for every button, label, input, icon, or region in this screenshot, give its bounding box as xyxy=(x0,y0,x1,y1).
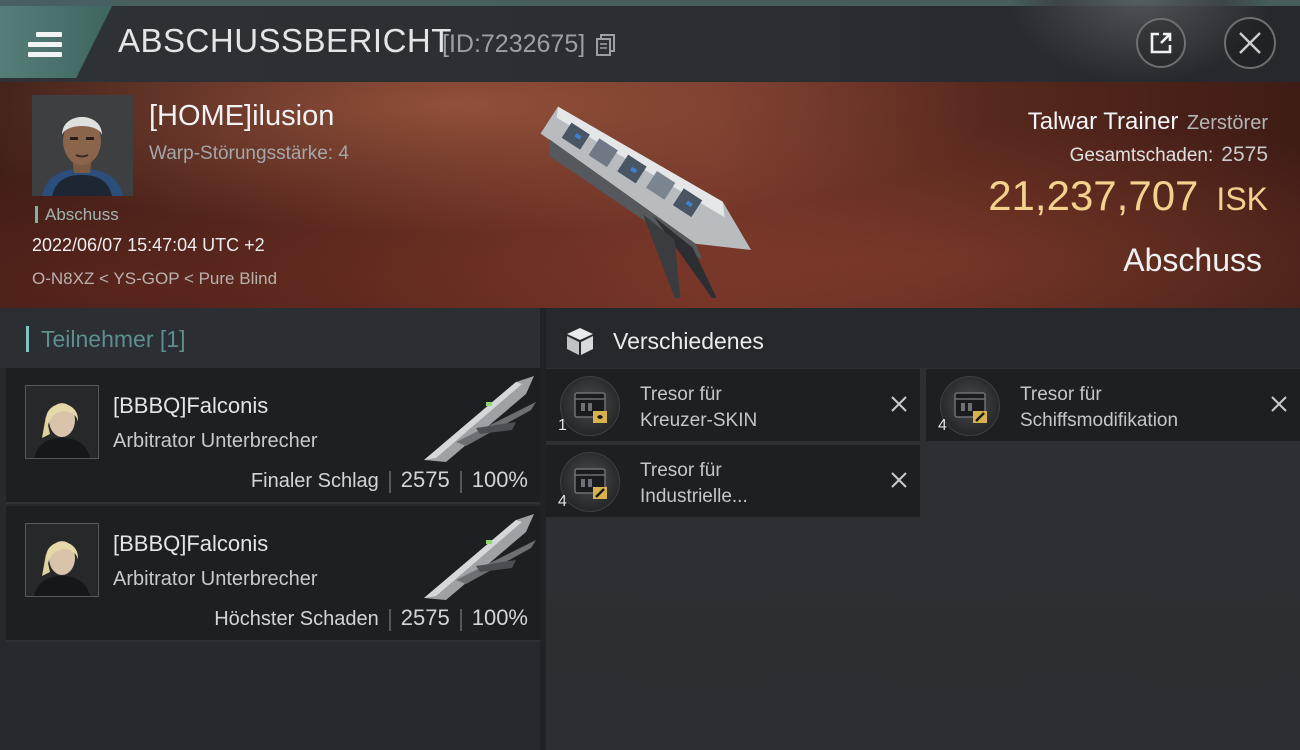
participant-damage: 2575 xyxy=(400,605,450,630)
stats-divider xyxy=(388,608,391,631)
close-button[interactable] xyxy=(1224,17,1276,69)
total-damage-value: 2575 xyxy=(1221,143,1268,166)
destroyed-icon xyxy=(1271,396,1287,412)
vault-icon xyxy=(940,376,1000,436)
total-damage: Gesamtschaden: 2575 xyxy=(1070,143,1268,167)
item-name-line1: Tresor für xyxy=(640,384,722,405)
item-name-line2: Kreuzer-SKIN xyxy=(640,410,758,431)
participants-panel: Teilnehmer [1] [BBBQ]Falconis Arbitrator… xyxy=(0,308,540,750)
participant-stats: Höchster Schaden 2575 100% xyxy=(214,605,528,631)
isk-value: 21,237,707 xyxy=(988,172,1199,219)
share-button[interactable] xyxy=(1136,18,1186,68)
participant-name[interactable]: [BBBQ]Falconis xyxy=(113,531,268,557)
kill-timestamp: 2022/06/07 15:47:04 UTC +2 xyxy=(32,235,265,255)
warp-strength: Warp-Störungsstärke: 4 xyxy=(149,143,349,164)
participant-row[interactable]: [BBBQ]Falconis Arbitrator Unterbrecher F… xyxy=(6,368,540,504)
victim-ship-class: Zerstörer xyxy=(1186,112,1268,134)
isk-value-line: 21,237,707 ISK xyxy=(988,172,1268,220)
share-icon xyxy=(1150,32,1172,54)
isk-unit: ISK xyxy=(1216,181,1268,217)
kill-tag: Abschuss xyxy=(35,206,119,223)
victim-ship-name: Talwar Trainer xyxy=(1027,108,1179,135)
participant-row[interactable]: [BBBQ]Falconis Arbitrator Unterbrecher H… xyxy=(6,506,540,642)
misc-item[interactable]: 4 Tresor für Schiffsmodifikation xyxy=(926,369,1300,441)
destroyed-icon xyxy=(891,396,907,412)
total-damage-label: Gesamtschaden: xyxy=(1069,145,1214,166)
item-name: Tresor für Kreuzer-SKIN xyxy=(640,382,757,434)
misc-item[interactable]: 4 Tresor für Industrielle... xyxy=(546,445,920,517)
participant-damage: 2575 xyxy=(400,467,450,492)
item-quantity: 1 xyxy=(558,417,567,434)
close-icon xyxy=(1239,32,1261,54)
menu-icon xyxy=(28,32,62,58)
page-title: ABSCHUSSBERICHT xyxy=(118,22,452,59)
victim-name[interactable]: [HOME]ilusion xyxy=(149,100,334,133)
victim-portrait[interactable] xyxy=(32,95,133,196)
participants-header: Teilnehmer [1] xyxy=(0,308,540,368)
participant-role: Höchster Schaden xyxy=(214,608,379,630)
kill-type: Abschuss xyxy=(1123,242,1262,278)
menu-button[interactable] xyxy=(0,6,112,78)
participants-header-accent xyxy=(26,326,29,352)
report-id: [ID:7232675] xyxy=(442,30,586,58)
item-name: Tresor für Industrielle... xyxy=(640,458,748,510)
misc-title: Verschiedenes xyxy=(613,328,764,354)
participant-stats: Finaler Schlag 2575 100% xyxy=(251,467,528,493)
item-name-line2: Industrielle... xyxy=(640,486,748,507)
participant-name[interactable]: [BBBQ]Falconis xyxy=(113,393,268,419)
stats-divider xyxy=(388,470,391,493)
vault-icon xyxy=(560,376,620,436)
participant-avatar[interactable] xyxy=(25,385,99,459)
victim-portrait-image xyxy=(32,95,133,196)
misc-header: Verschiedenes xyxy=(546,308,1300,368)
item-name: Tresor für Schiffsmodifikation xyxy=(1020,382,1178,434)
participant-percent: 100% xyxy=(471,605,528,630)
victim-ship-line[interactable]: Talwar Trainer Zerstörer xyxy=(1028,108,1268,136)
item-name-line2: Schiffsmodifikation xyxy=(1020,410,1179,431)
stats-divider xyxy=(459,608,462,631)
misc-panel: Verschiedenes 1 Tresor für Kreuzer-SKIN xyxy=(546,308,1300,750)
title-bar: ABSCHUSSBERICHT [ID:7232675] xyxy=(0,0,1300,82)
participant-avatar[interactable] xyxy=(25,523,99,597)
kill-location[interactable]: O-N8XZ < YS-GOP < Pure Blind xyxy=(32,269,277,289)
participants-title: Teilnehmer [1] xyxy=(41,326,186,352)
destroyed-icon xyxy=(891,472,907,488)
participant-ship: Arbitrator Unterbrecher xyxy=(113,568,318,590)
item-name-line1: Tresor für xyxy=(640,460,722,481)
vault-icon xyxy=(560,452,620,512)
item-quantity: 4 xyxy=(938,417,947,434)
cube-icon xyxy=(567,328,593,355)
participant-role: Finaler Schlag xyxy=(250,470,379,492)
participant-ship: Arbitrator Unterbrecher xyxy=(113,430,318,452)
participant-ship-image[interactable] xyxy=(416,510,541,606)
stats-divider xyxy=(459,470,462,493)
copy-icon[interactable] xyxy=(596,34,616,56)
item-name-line1: Tresor für xyxy=(1020,384,1102,405)
participant-percent: 100% xyxy=(471,467,528,492)
item-quantity: 4 xyxy=(558,493,567,510)
participant-ship-image[interactable] xyxy=(416,372,541,468)
victim-ship-image[interactable] xyxy=(515,88,780,298)
misc-item[interactable]: 1 Tresor für Kreuzer-SKIN xyxy=(546,369,920,441)
victim-banner: [HOME]ilusion Warp-Störungsstärke: 4 Abs… xyxy=(0,82,1300,308)
